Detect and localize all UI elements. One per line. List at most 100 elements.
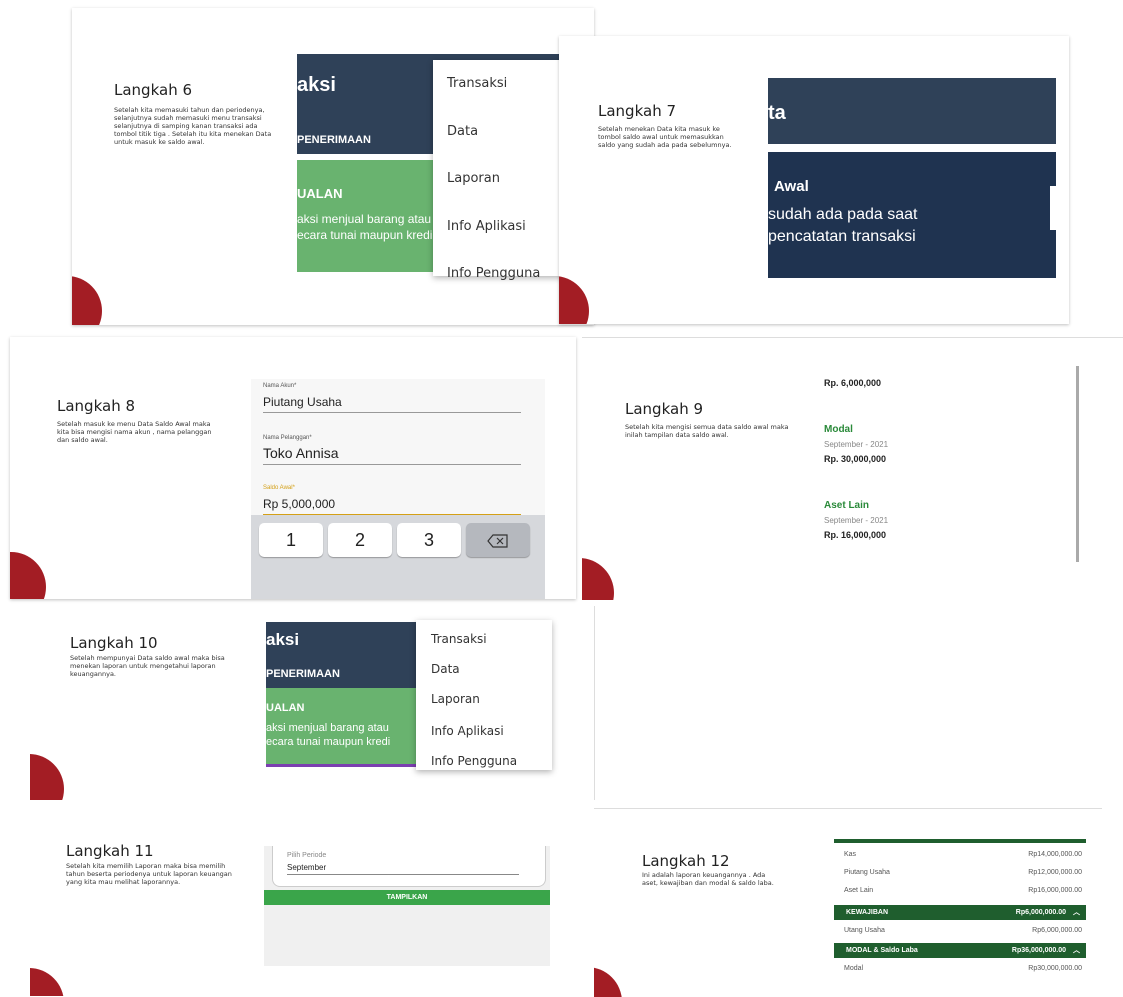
step-description: Setelah kita mengisi semua data saldo aw…: [625, 423, 789, 439]
step-title: Langkah 9: [625, 400, 704, 418]
step-description: Setelah mempunyai Data saldo awal maka b…: [70, 654, 225, 678]
header-title: ta: [768, 102, 786, 124]
chevron-up-icon: ︿: [1073, 909, 1080, 916]
report-row-label: Kas: [844, 851, 857, 858]
list-item-name[interactable]: Modal: [824, 424, 853, 435]
laporan-form: Pilih Periode September TAMPILKAN: [264, 846, 550, 966]
list-item-name[interactable]: Aset Lain: [824, 500, 869, 511]
field-label: Saldo Awal*: [263, 485, 295, 491]
slide-step-11: Langkah 11 Setelah kita memilih Laporan …: [30, 806, 594, 996]
saldo-awal-list: Rp. 6,000,000 Modal September - 2021 Rp.…: [814, 366, 1079, 562]
financial-report: Kas Rp14,000,000.00 Piutang Usaha Rp12,0…: [834, 839, 1086, 997]
section-label: MODAL & Saldo Laba: [846, 947, 918, 954]
menu-item-transaksi[interactable]: Transaksi: [447, 76, 507, 91]
decorative-blob: [30, 968, 64, 996]
decorative-blob: [72, 276, 102, 325]
card-edge-mark: [1050, 186, 1056, 230]
customer-name-field[interactable]: Toko Annisa: [263, 445, 521, 465]
period-select[interactable]: September: [287, 863, 519, 875]
field-label: Pilih Periode: [287, 852, 327, 859]
key-2[interactable]: 2: [328, 523, 392, 557]
section-label: KEWAJIBAN: [846, 909, 889, 916]
section-value: Rp36,000,000.00: [1011, 947, 1066, 954]
decorative-blob: [582, 558, 614, 600]
list-item-amount: Rp. 30,000,000: [824, 454, 887, 464]
backspace-key[interactable]: [466, 523, 530, 557]
card-title: UALAN: [297, 186, 343, 201]
step-title: Langkah 7: [598, 102, 677, 120]
menu-item-data[interactable]: Data: [447, 124, 478, 139]
report-row-value: Rp6,000,000.00: [1032, 927, 1082, 934]
menu-item-info-pengguna[interactable]: Info Pengguna: [431, 754, 517, 768]
report-row-value: Rp14,000,000.00: [1028, 851, 1082, 858]
backspace-icon: [487, 530, 509, 550]
field-label: Nama Akun*: [263, 383, 297, 389]
card-title: UALAN: [266, 702, 305, 714]
menu-item-data[interactable]: Data: [431, 662, 460, 676]
step-description: Setelah menekan Data kita masuk ke tombo…: [598, 125, 732, 149]
key-1[interactable]: 1: [259, 523, 323, 557]
step-description: Ini adalah laporan keuangannya . Ada ase…: [642, 871, 774, 887]
saldo-awal-form: Nama Akun* Piutang Usaha Nama Pelanggan*…: [251, 379, 545, 599]
report-top-bar: [834, 839, 1086, 843]
decorative-blob: [559, 276, 589, 324]
saldo-awal-field[interactable]: Rp 5,000,000: [263, 497, 521, 515]
card-title: Awal: [774, 178, 809, 195]
decorative-blob: [30, 754, 64, 800]
step-title: Langkah 12: [642, 852, 730, 870]
key-3[interactable]: 3: [397, 523, 461, 557]
menu-item-laporan[interactable]: Laporan: [447, 171, 500, 186]
overflow-menu: Transaksi Data Laporan Info Aplikasi Inf…: [433, 60, 563, 281]
header-title: aksi: [266, 630, 300, 649]
report-row-label: Piutang Usaha: [844, 869, 890, 876]
field-label: Nama Pelanggan*: [263, 435, 312, 441]
app-header: ta: [768, 78, 1056, 144]
slide-step-8: Langkah 8 Setelah masuk ke menu Data Sal…: [10, 337, 576, 599]
step-description: Setelah kita memasuki tahun dan perioden…: [114, 106, 272, 146]
step-description: Setelah masuk ke menu Data Saldo Awal ma…: [57, 420, 212, 444]
tampilkan-button[interactable]: TAMPILKAN: [264, 890, 550, 905]
slide-step-10: Langkah 10 Setelah mempunyai Data saldo …: [30, 606, 595, 800]
tab-penerimaan[interactable]: PENERIMAAN: [266, 668, 340, 680]
section-header-kewajiban[interactable]: KEWAJIBAN Rp6,000,000.00 ︿: [834, 905, 1086, 920]
tab-penerimaan[interactable]: PENERIMAAN: [297, 134, 371, 146]
slide-step-12: Langkah 12 Ini adalah laporan keuanganny…: [594, 808, 1102, 997]
menu-item-info-aplikasi[interactable]: Info Aplikasi: [447, 219, 526, 234]
step-description: Setelah kita memilih Laporan maka bisa m…: [66, 862, 232, 886]
menu-item-info-pengguna[interactable]: Info Pengguna: [447, 266, 540, 281]
list-item-period: September - 2021: [824, 440, 889, 449]
slide-step-9: Langkah 9 Setelah kita mengisi semua dat…: [582, 337, 1123, 600]
card-text: aksi menjual barang atau: [266, 722, 389, 734]
card-text: sudah ada pada saat: [768, 206, 918, 223]
list-item-amount: Rp. 6,000,000: [824, 378, 882, 388]
report-row-label: Modal: [844, 965, 864, 972]
account-name-field[interactable]: Piutang Usaha: [263, 395, 521, 413]
list-item-period: September - 2021: [824, 516, 889, 525]
menu-item-laporan[interactable]: Laporan: [431, 692, 480, 706]
numeric-keypad: 1 2 3: [251, 515, 545, 599]
saldo-awal-card[interactable]: Awal sudah ada pada saat pencatatan tran…: [768, 152, 1056, 278]
menu-item-info-aplikasi[interactable]: Info Aplikasi: [431, 724, 504, 738]
header-title: aksi: [297, 74, 336, 96]
card-text: ecara tunai maupun kredi: [266, 736, 391, 748]
decorative-blob: [10, 552, 46, 599]
period-card: Pilih Periode September: [272, 846, 546, 887]
report-row-label: Utang Usaha: [844, 927, 885, 934]
slide-step-6: Langkah 6 Setelah kita memasuki tahun da…: [72, 8, 594, 325]
report-row-value: Rp30,000,000.00: [1028, 965, 1082, 972]
section-header-modal[interactable]: MODAL & Saldo Laba Rp36,000,000.00 ︿: [834, 943, 1086, 958]
report-row-value: Rp16,000,000.00: [1028, 887, 1082, 894]
chevron-up-icon: ︿: [1073, 947, 1080, 954]
report-row-value: Rp12,000,000.00: [1028, 869, 1082, 876]
list-item-amount: Rp. 16,000,000: [824, 530, 887, 540]
card-text: aksi menjual barang atau: [297, 212, 432, 226]
step-title: Langkah 8: [57, 397, 136, 415]
step-title: Langkah 6: [114, 81, 193, 99]
card-text: pencatatan transaksi: [768, 228, 916, 245]
menu-item-transaksi[interactable]: Transaksi: [431, 632, 487, 646]
step-title: Langkah 10: [70, 634, 158, 652]
overflow-menu: Transaksi Data Laporan Info Aplikasi Inf…: [416, 620, 552, 770]
slide-step-7: Langkah 7 Setelah menekan Data kita masu…: [559, 36, 1069, 324]
step-title: Langkah 11: [66, 842, 154, 860]
report-row-label: Aset Lain: [844, 887, 874, 894]
